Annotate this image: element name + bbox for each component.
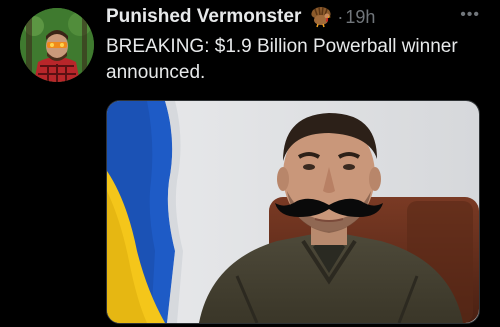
tweet-media-image[interactable] bbox=[106, 100, 480, 324]
photo-person-with-flag bbox=[107, 101, 479, 323]
tweet-header: Punished Vermonster · 19h ••• bbox=[106, 4, 480, 30]
turkey-icon bbox=[309, 6, 333, 28]
avatar[interactable] bbox=[20, 8, 94, 82]
tweet-text: BREAKING: $1.9 Billion Powerball winner … bbox=[106, 36, 458, 83]
more-options-icon[interactable]: ••• bbox=[460, 4, 480, 26]
author-name[interactable]: Punished Vermonster bbox=[106, 6, 301, 28]
separator-dot: · bbox=[337, 6, 344, 27]
avatar-person-icon bbox=[20, 8, 94, 82]
timestamp[interactable]: 19h bbox=[345, 7, 375, 28]
